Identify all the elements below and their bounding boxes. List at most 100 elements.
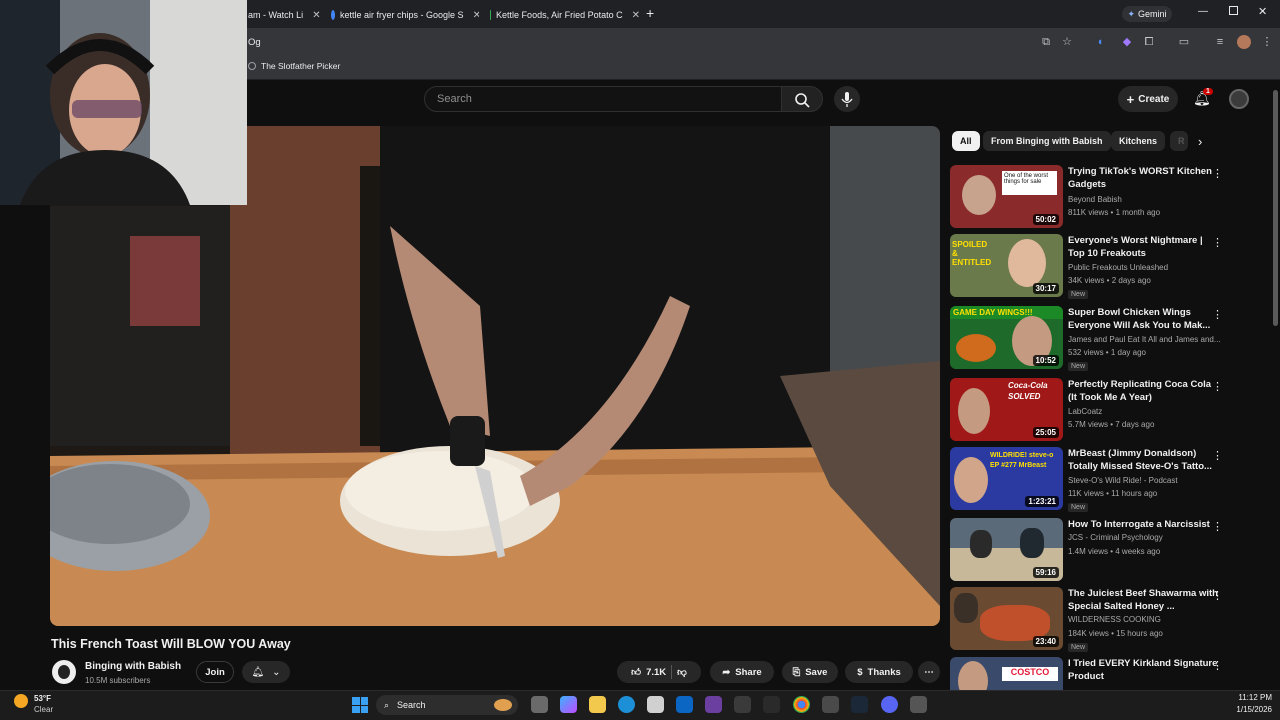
channel-name[interactable]: James and Paul Eat It All and James and.… bbox=[1068, 335, 1220, 344]
chip-all[interactable]: All bbox=[952, 131, 980, 151]
chevron-right-icon[interactable]: › bbox=[1198, 134, 1202, 149]
chrome-icon[interactable] bbox=[793, 696, 810, 713]
more-vertical-icon[interactable]: ⋮ bbox=[1212, 589, 1223, 602]
sidebar-icon[interactable]: ▭ bbox=[1178, 36, 1190, 48]
app-icon[interactable] bbox=[705, 696, 722, 713]
app-icon[interactable] bbox=[763, 696, 780, 713]
video-thumbnail[interactable]: One of the worst things for sale 50:02 bbox=[950, 165, 1063, 228]
recommendation-item[interactable]: WILDRIDE! steve-o EP #277 MrBeast 1:23:2… bbox=[950, 447, 1225, 512]
task-view-icon[interactable] bbox=[531, 696, 548, 713]
video-thumbnail[interactable]: GAME DAY WINGS!!! 10:52 bbox=[950, 306, 1063, 369]
more-vertical-icon[interactable]: ⋮ bbox=[1212, 520, 1223, 533]
channel-name[interactable]: Public Freakouts Unleashed bbox=[1068, 263, 1220, 272]
clock-date[interactable]: 1/15/2026 bbox=[1222, 705, 1272, 714]
video-thumbnail[interactable]: WILDRIDE! steve-o EP #277 MrBeast 1:23:2… bbox=[950, 447, 1063, 510]
clock-time[interactable]: 11:12 PM bbox=[1222, 693, 1272, 702]
extension-icon[interactable]: ◆ bbox=[1121, 36, 1133, 48]
video-title[interactable]: Super Bowl Chicken Wings Everyone Will A… bbox=[1068, 306, 1220, 332]
search-button[interactable] bbox=[781, 86, 823, 112]
join-button[interactable]: Join bbox=[196, 661, 234, 683]
edge-icon[interactable] bbox=[618, 696, 635, 713]
recommendation-item[interactable]: SPOILED & ENTITLED 30:17 Everyone's Wors… bbox=[950, 234, 1225, 299]
extension-icon[interactable]: ◖ bbox=[1094, 36, 1106, 48]
video-title[interactable]: Everyone's Worst Nightmare | Top 10 Frea… bbox=[1068, 234, 1220, 260]
thanks-button[interactable]: $ Thanks bbox=[845, 661, 913, 683]
more-vertical-icon[interactable]: ⋮ bbox=[1212, 659, 1223, 672]
more-vertical-icon[interactable]: ⋮ bbox=[1212, 380, 1223, 393]
close-icon[interactable]: ✕ bbox=[473, 10, 479, 21]
channel-name[interactable]: LabCoatz bbox=[1068, 407, 1220, 416]
install-icon[interactable]: ⧉ bbox=[1040, 36, 1052, 48]
recommendation-item[interactable]: GAME DAY WINGS!!! 10:52 Super Bowl Chick… bbox=[950, 306, 1225, 371]
like-button[interactable]: 👍︎ 7.1K bbox=[631, 666, 666, 679]
chip-from-channel[interactable]: From Binging with Babish bbox=[983, 131, 1111, 151]
gemini-button[interactable]: ✦ Gemini bbox=[1122, 6, 1172, 22]
puzzle-icon[interactable]: ⧠ bbox=[1143, 36, 1155, 48]
app-icon[interactable] bbox=[910, 696, 927, 713]
store-icon[interactable] bbox=[647, 696, 664, 713]
video-title[interactable]: Perfectly Replicating Coca Cola (It Took… bbox=[1068, 378, 1220, 404]
save-button[interactable]: ⎘ Save bbox=[782, 661, 838, 683]
reading-list-icon[interactable]: ≡ bbox=[1214, 36, 1226, 48]
bookmark-item[interactable]: The Slotfather Picker bbox=[248, 61, 340, 71]
discord-icon[interactable] bbox=[881, 696, 898, 713]
recommendation-item[interactable]: Coca-Cola SOLVED 25:05 Perfectly Replica… bbox=[950, 378, 1225, 442]
video-title[interactable]: How To Interrogate a Narcissist bbox=[1068, 518, 1220, 531]
voice-search-button[interactable] bbox=[834, 86, 860, 112]
app-icon[interactable] bbox=[822, 696, 839, 713]
close-window-icon[interactable]: ✕ bbox=[1258, 5, 1267, 18]
minimize-icon[interactable]: — bbox=[1198, 6, 1208, 17]
close-icon[interactable]: ✕ bbox=[632, 10, 640, 21]
more-vertical-icon[interactable]: ⋮ bbox=[1212, 236, 1223, 249]
more-vertical-icon[interactable]: ⋮ bbox=[1212, 167, 1223, 180]
maximize-icon[interactable] bbox=[1229, 6, 1238, 15]
create-button[interactable]: + Create bbox=[1118, 86, 1178, 112]
video-title[interactable]: Trying TikTok's WORST Kitchen Gadgets bbox=[1068, 165, 1220, 191]
file-explorer-icon[interactable] bbox=[589, 696, 606, 713]
taskbar-search[interactable]: ⌕ Search bbox=[376, 695, 518, 715]
video-thumbnail[interactable]: 59:16 bbox=[950, 518, 1063, 581]
scrollbar-thumb[interactable] bbox=[1273, 90, 1278, 326]
video-thumbnail[interactable]: COSTCO bbox=[950, 657, 1063, 690]
tab-2[interactable]: Kettle Foods, Air Fried Potato C ✕ bbox=[490, 4, 640, 26]
video-thumbnail[interactable]: Coca-Cola SOLVED 25:05 bbox=[950, 378, 1063, 441]
close-icon[interactable]: ✕ bbox=[312, 10, 320, 21]
weather-icon[interactable] bbox=[14, 694, 28, 708]
more-vertical-icon[interactable]: ⋮ bbox=[1212, 308, 1223, 321]
account-avatar[interactable] bbox=[1229, 89, 1249, 109]
steam-icon[interactable] bbox=[851, 696, 868, 713]
recommendation-item[interactable]: One of the worst things for sale 50:02 T… bbox=[950, 165, 1225, 229]
more-actions-button[interactable]: ⋯ bbox=[918, 661, 940, 683]
url-field[interactable]: Og bbox=[248, 37, 261, 48]
channel-name[interactable]: WILDERNESS COOKING bbox=[1068, 615, 1220, 624]
video-thumbnail[interactable]: SPOILED & ENTITLED 30:17 bbox=[950, 234, 1063, 297]
windows-start-icon[interactable] bbox=[352, 697, 368, 713]
video-title[interactable]: MrBeast (Jimmy Donaldson) Totally Missed… bbox=[1068, 447, 1220, 473]
video-thumbnail[interactable]: 23:40 bbox=[950, 587, 1063, 650]
bookmark-star-icon[interactable]: ☆ bbox=[1061, 36, 1073, 48]
channel-avatar[interactable] bbox=[52, 660, 76, 684]
xbox-icon[interactable] bbox=[734, 696, 751, 713]
dislike-button[interactable]: 👎︎ bbox=[677, 666, 687, 678]
more-vertical-icon[interactable]: ⋮ bbox=[1261, 36, 1273, 48]
channel-name[interactable]: Steve-O's Wild Ride! - Podcast bbox=[1068, 476, 1220, 485]
tab-0[interactable]: am - Watch Li ✕ bbox=[248, 4, 320, 26]
new-tab-icon[interactable]: + bbox=[646, 5, 654, 21]
search-input[interactable]: Search bbox=[424, 86, 782, 112]
channel-name[interactable]: Beyond Babish bbox=[1068, 195, 1220, 204]
copilot-icon[interactable] bbox=[560, 696, 577, 713]
recommendation-item[interactable]: COSTCO I Tried EVERY Kirkland Signature … bbox=[950, 657, 1225, 690]
share-button[interactable]: ➦ Share bbox=[710, 661, 774, 683]
profile-avatar[interactable] bbox=[1237, 35, 1251, 49]
recommendation-item[interactable]: 23:40 The Juiciest Beef Shawarma with Sp… bbox=[950, 587, 1225, 652]
outlook-icon[interactable] bbox=[676, 696, 693, 713]
tab-1[interactable]: kettle air fryer chips - Google S ✕ bbox=[331, 4, 479, 26]
more-vertical-icon[interactable]: ⋮ bbox=[1212, 449, 1223, 462]
recommendation-item[interactable]: 59:16 How To Interrogate a Narcissist JC… bbox=[950, 518, 1225, 582]
video-title[interactable]: The Juiciest Beef Shawarma with Special … bbox=[1068, 587, 1220, 613]
subscribed-button[interactable]: 🔔︎ ⌄ bbox=[242, 661, 290, 683]
chip-kitchens[interactable]: Kitchens bbox=[1111, 131, 1166, 151]
channel-name[interactable]: JCS - Criminal Psychology bbox=[1068, 533, 1220, 542]
channel-name[interactable]: Binging with Babish bbox=[85, 661, 181, 672]
chip-partial[interactable]: R bbox=[1170, 131, 1188, 151]
